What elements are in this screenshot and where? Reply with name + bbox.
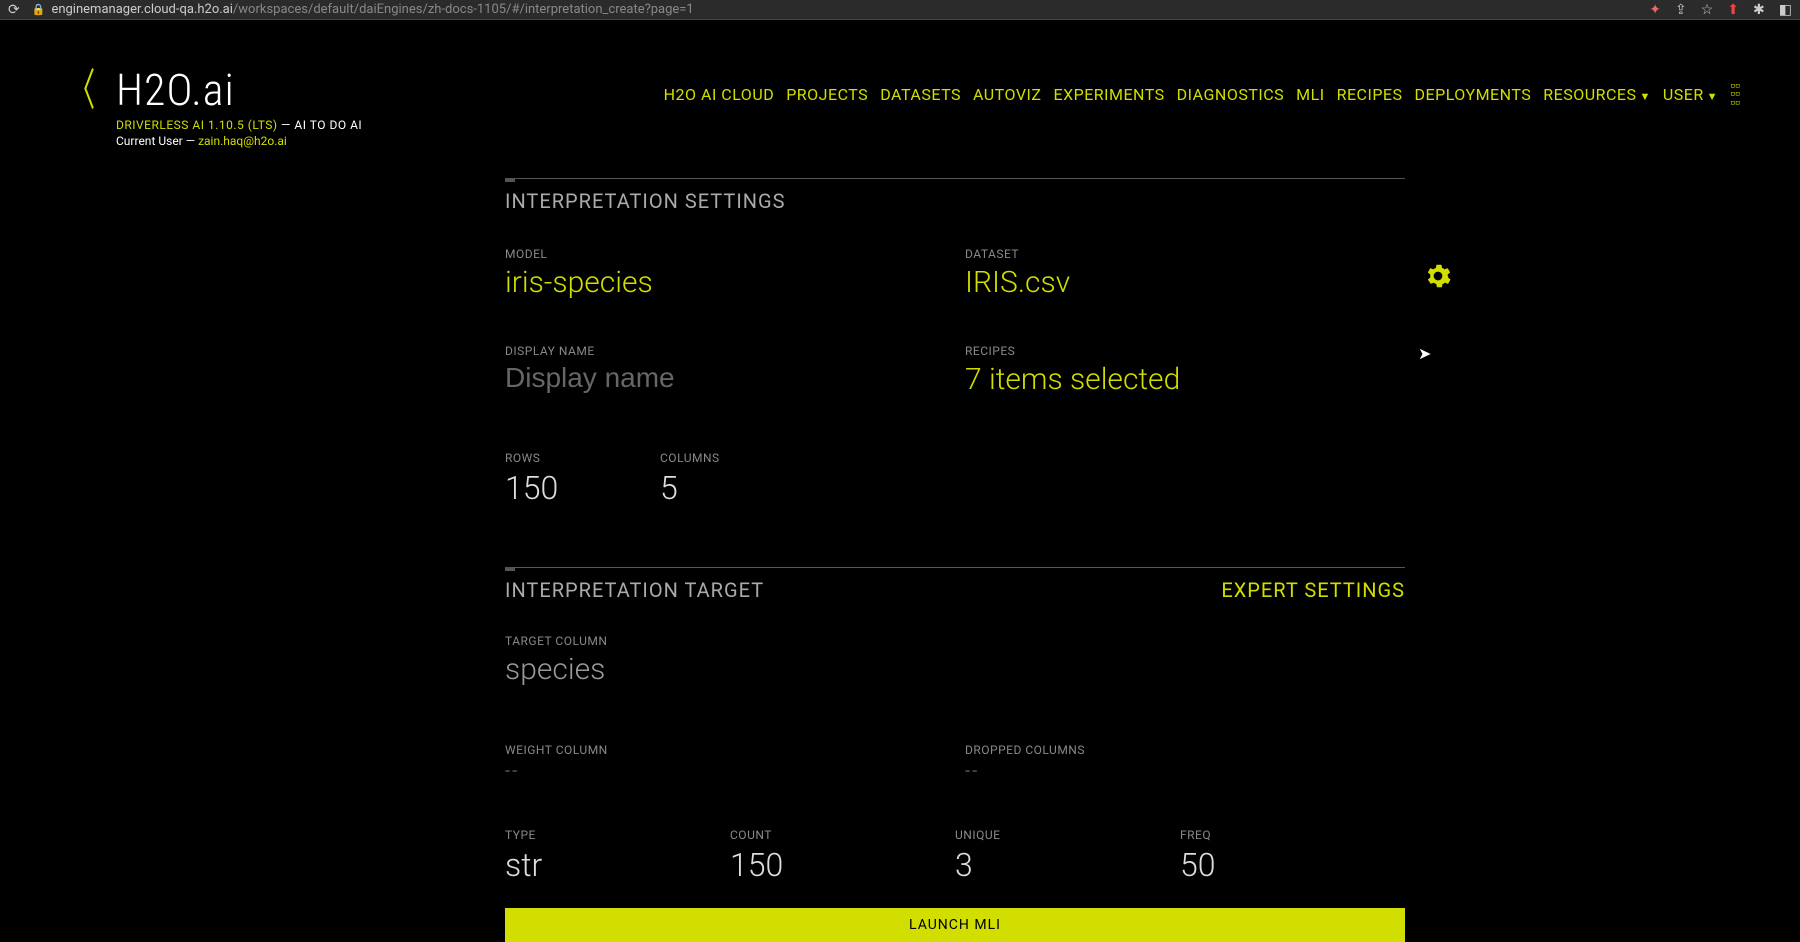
target-title: INTERPRETATION TARGET bbox=[505, 578, 764, 602]
app-header: 〈 H2O.ai DRIVERLESS AI 1.10.5 (LTS) — AI… bbox=[0, 20, 1800, 158]
target-column-value[interactable]: species bbox=[505, 652, 1405, 687]
nav-user-label: USER bbox=[1663, 85, 1704, 104]
nav-projects[interactable]: PROJECTS bbox=[786, 85, 868, 104]
reload-icon[interactable]: ⟳ bbox=[8, 2, 20, 18]
weight-column-value[interactable]: -- bbox=[505, 761, 965, 782]
settings-title: INTERPRETATION SETTINGS bbox=[505, 189, 786, 213]
count-value: 150 bbox=[730, 846, 955, 884]
display-name-input[interactable] bbox=[505, 362, 965, 394]
recipes-label: RECIPES bbox=[965, 344, 1405, 358]
columns-value: 5 bbox=[660, 469, 815, 507]
recipes-field[interactable]: RECIPES 7 items selected bbox=[965, 344, 1405, 397]
extension-icon-1[interactable]: ⬆ bbox=[1727, 2, 1739, 18]
mouse-cursor-icon: ➤ bbox=[1418, 344, 1431, 363]
freq-field: FREQ 50 bbox=[1180, 828, 1405, 884]
section-divider bbox=[505, 178, 1405, 179]
dataset-label: DATASET bbox=[965, 247, 1425, 261]
user-email[interactable]: zain.haq@h2o.ai bbox=[198, 134, 287, 148]
bookmark-icon[interactable]: ✦ bbox=[1649, 2, 1661, 18]
logo-block: H2O.ai DRIVERLESS AI 1.10.5 (LTS) — AI T… bbox=[116, 68, 362, 148]
lock-icon: 🔒 bbox=[32, 3, 46, 16]
expert-settings-link[interactable]: EXPERT SETTINGS bbox=[1221, 578, 1405, 602]
model-value[interactable]: iris-species bbox=[505, 265, 965, 300]
logo-subtitle: DRIVERLESS AI 1.10.5 (LTS) — AI TO DO AI bbox=[116, 118, 362, 132]
dataset-field[interactable]: DATASET IRIS.csv bbox=[965, 247, 1425, 300]
nav-resources[interactable]: RESOURCES▼ bbox=[1543, 85, 1651, 104]
target-column-field[interactable]: TARGET COLUMN species bbox=[505, 634, 1405, 687]
nav-resources-label: RESOURCES bbox=[1543, 85, 1636, 104]
target-column-label: TARGET COLUMN bbox=[505, 634, 1405, 648]
display-name-field[interactable]: DISPLAY NAME bbox=[505, 344, 965, 397]
current-user-line: Current User — zain.haq@h2o.ai bbox=[116, 134, 362, 148]
display-name-label: DISPLAY NAME bbox=[505, 344, 965, 358]
url-host: enginemanager.cloud-qa.h2o.ai bbox=[51, 2, 232, 17]
tagline-text: — AI TO DO AI bbox=[278, 118, 363, 132]
type-label: TYPE bbox=[505, 828, 730, 842]
dataset-value[interactable]: IRIS.csv bbox=[965, 265, 1425, 300]
chevron-down-icon: ▼ bbox=[1639, 90, 1650, 103]
extensions-icon[interactable]: ✱ bbox=[1753, 2, 1765, 18]
unique-label: UNIQUE bbox=[955, 828, 1180, 842]
nav-recipes[interactable]: RECIPES bbox=[1337, 85, 1403, 104]
nav-datasets[interactable]: DATASETS bbox=[880, 85, 961, 104]
browser-address-bar: ⟳ 🔒 enginemanager.cloud-qa.h2o.ai/worksp… bbox=[0, 0, 1800, 20]
chevron-down-icon: ▼ bbox=[1707, 90, 1718, 103]
dropped-columns-value[interactable]: -- bbox=[965, 761, 1405, 782]
version-text: DRIVERLESS AI 1.10.5 (LTS) bbox=[116, 118, 278, 132]
model-field[interactable]: MODEL iris-species bbox=[505, 247, 965, 300]
gear-icon[interactable] bbox=[1425, 263, 1451, 300]
columns-label: COLUMNS bbox=[660, 451, 815, 465]
type-value: str bbox=[505, 846, 730, 884]
back-chevron-icon[interactable]: 〈 bbox=[69, 68, 95, 112]
unique-value: 3 bbox=[955, 846, 1180, 884]
logo-text[interactable]: H2O.ai bbox=[116, 68, 362, 112]
section-divider bbox=[505, 567, 1405, 568]
nav-autoviz[interactable]: AUTOVIZ bbox=[973, 85, 1041, 104]
panel-icon[interactable]: ◧ bbox=[1779, 2, 1792, 18]
main-content: INTERPRETATION SETTINGS MODEL iris-speci… bbox=[505, 178, 1405, 942]
nav-experiments[interactable]: EXPERIMENTS bbox=[1053, 85, 1164, 104]
apps-grid-icon[interactable]: ▫▫▫▫▫▫ bbox=[1730, 82, 1740, 107]
user-label: Current User — bbox=[116, 134, 198, 148]
unique-field: UNIQUE 3 bbox=[955, 828, 1180, 884]
freq-label: FREQ bbox=[1180, 828, 1405, 842]
columns-field: COLUMNS 5 bbox=[660, 451, 815, 507]
url-path: /workspaces/default/daiEngines/zh-docs-1… bbox=[233, 2, 694, 17]
recipes-value[interactable]: 7 items selected bbox=[965, 362, 1405, 397]
nav-h2o-cloud[interactable]: H2O AI CLOUD bbox=[664, 85, 775, 104]
dropped-columns-label: DROPPED COLUMNS bbox=[965, 743, 1405, 757]
launch-mli-button[interactable]: LAUNCH MLI bbox=[505, 908, 1405, 942]
nav-user[interactable]: USER▼ bbox=[1663, 85, 1718, 104]
settings-section-header: INTERPRETATION SETTINGS bbox=[505, 189, 1405, 213]
rows-value: 150 bbox=[505, 469, 660, 507]
browser-url[interactable]: enginemanager.cloud-qa.h2o.ai/workspaces… bbox=[51, 2, 1649, 17]
type-field: TYPE str bbox=[505, 828, 730, 884]
model-label: MODEL bbox=[505, 247, 965, 261]
nav-mli[interactable]: MLI bbox=[1296, 85, 1324, 104]
star-icon[interactable]: ☆ bbox=[1701, 2, 1714, 18]
dropped-columns-field[interactable]: DROPPED COLUMNS -- bbox=[965, 743, 1405, 782]
browser-extension-icons: ✦ ⇪ ☆ ⬆ ✱ ◧ bbox=[1649, 2, 1792, 18]
count-label: COUNT bbox=[730, 828, 955, 842]
nav-deployments[interactable]: DEPLOYMENTS bbox=[1415, 85, 1532, 104]
count-field: COUNT 150 bbox=[730, 828, 955, 884]
rows-label: ROWS bbox=[505, 451, 660, 465]
weight-column-field[interactable]: WEIGHT COLUMN -- bbox=[505, 743, 965, 782]
main-nav: H2O AI CLOUD PROJECTS DATASETS AUTOVIZ E… bbox=[664, 68, 1740, 107]
rows-field: ROWS 150 bbox=[505, 451, 660, 507]
freq-value: 50 bbox=[1180, 846, 1405, 884]
target-section-header: INTERPRETATION TARGET EXPERT SETTINGS bbox=[505, 578, 1405, 602]
nav-diagnostics[interactable]: DIAGNOSTICS bbox=[1177, 85, 1284, 104]
weight-column-label: WEIGHT COLUMN bbox=[505, 743, 965, 757]
share-icon[interactable]: ⇪ bbox=[1675, 2, 1687, 18]
